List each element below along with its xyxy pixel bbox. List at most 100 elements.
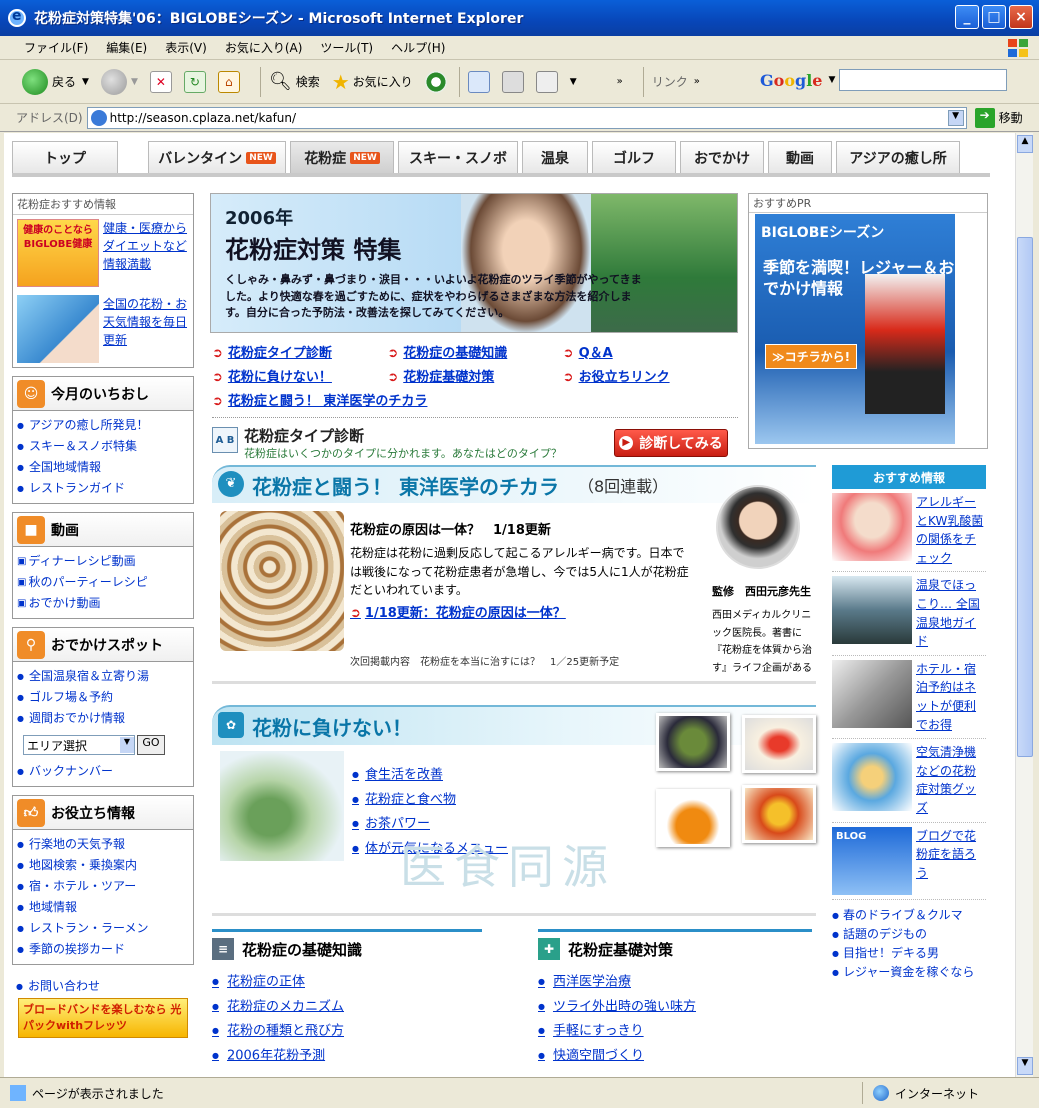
links-label[interactable]: リンク <box>652 73 688 90</box>
google-search-input[interactable] <box>839 69 1008 91</box>
taisaku-link[interactable]: 西洋医学治療 <box>538 970 812 995</box>
douga-link[interactable]: ディナーレシピ動画 <box>17 551 189 572</box>
home-icon[interactable]: ⌂ <box>217 70 240 93</box>
tab-valentine[interactable]: バレンタイン NEW <box>148 141 286 173</box>
reco-link[interactable]: 春のドライブ＆クルマ <box>832 906 986 925</box>
reco-link[interactable]: 目指せ！デキる男 <box>832 944 986 963</box>
reco-item-text[interactable]: 温泉でほっこり… 全国温泉地ガイド <box>916 576 986 650</box>
stop-icon[interactable]: ✕ <box>149 70 172 93</box>
makenai-link[interactable]: 食生活を改善 <box>352 763 508 788</box>
history-icon[interactable] <box>424 70 447 93</box>
mail-icon[interactable] <box>467 70 490 93</box>
reco-item[interactable]: BLOG ブログで花粉症を語ろう <box>832 823 986 900</box>
kampo-title[interactable]: 花粉症と闘う！ 東洋医学のチカラ <box>252 471 559 500</box>
biglobe-season-ad[interactable]: BIGLOBEシーズン 季節を満喫！レジャー＆おでかけ情報 ≫コチラから! <box>755 214 955 444</box>
basics-link[interactable]: 花粉症のメカニズム <box>212 995 482 1020</box>
ichioshi-link[interactable]: スキー＆スノボ特集 <box>17 436 189 457</box>
reco-item[interactable]: ホテル・宿泊予約はネットが便利でお得 <box>832 656 986 740</box>
flets-banner[interactable]: ブロードバンドを楽しむなら 光パックwithフレッツ <box>18 998 188 1038</box>
ichioshi-link[interactable]: 全国地域情報 <box>17 457 189 478</box>
ichioshi-link[interactable]: レストランガイド <box>17 478 189 499</box>
reco-link[interactable]: レジャー資金を稼ぐなら <box>832 963 986 982</box>
reco-link[interactable]: 話題のデジもの <box>832 925 986 944</box>
basics-link[interactable]: 花粉の種類と飛び方 <box>212 1019 482 1044</box>
allergy-woman-image[interactable] <box>832 493 912 561</box>
area-select[interactable]: エリア選択 ▼ <box>23 735 135 755</box>
links-more-icon[interactable]: » <box>694 76 700 87</box>
blog-window-image[interactable]: BLOG <box>832 826 912 895</box>
spot-link[interactable]: 週間おでかけ情報 <box>17 708 189 729</box>
taisaku-link[interactable]: ツライ外出時の強い味方 <box>538 995 812 1020</box>
reco-item[interactable]: アレルギーとKW乳酸菌の関係をチェック <box>832 489 986 573</box>
reco-item-text[interactable]: 空気清浄機などの花粉症対策グッズ <box>916 743 986 817</box>
onsen-image[interactable] <box>832 576 912 645</box>
taisaku-link[interactable]: 手軽にすっきり <box>538 1019 812 1044</box>
scroll-up-icon[interactable]: ▲ <box>1017 135 1033 153</box>
contact-link[interactable]: お問い合わせ <box>12 973 194 998</box>
ichioshi-link[interactable]: アジアの癒し所発見！ <box>17 415 189 436</box>
search-button[interactable]: 🔍︎ 検索 <box>269 71 320 92</box>
tab-onsen[interactable]: 温泉 <box>522 141 588 173</box>
ql-basics[interactable]: 花粉症の基礎知識 <box>387 342 562 361</box>
air-purifier-illustration[interactable] <box>832 743 912 812</box>
scroll-thumb[interactable] <box>1017 237 1033 757</box>
menu-favorites[interactable]: お気に入り(A) <box>225 39 303 56</box>
menu-help[interactable]: ヘルプ(H) <box>391 39 445 56</box>
promo-weather[interactable]: 全国の花粉・お天気情報を毎日更新 <box>13 291 193 367</box>
menu-file[interactable]: ファイル(F) <box>24 39 88 56</box>
taisaku-title[interactable]: 花粉症基礎対策 <box>568 939 673 960</box>
ql-taisaku[interactable]: 花粉症基礎対策 <box>387 366 562 385</box>
go-button[interactable]: ➔ 移動 <box>974 107 1023 128</box>
tab-ski[interactable]: スキー・スノボ <box>398 141 518 173</box>
forward-dropdown-icon[interactable]: ▼ <box>131 77 138 87</box>
chevron-more-icon[interactable]: » <box>617 76 623 87</box>
tab-odekake[interactable]: おでかけ <box>680 141 764 173</box>
reco-item-text[interactable]: アレルギーとKW乳酸菌の関係をチェック <box>916 493 986 567</box>
ql-type-diag[interactable]: 花粉症タイプ診断 <box>212 342 387 361</box>
ql-links[interactable]: お役立ちリンク <box>563 366 738 385</box>
spot-link[interactable]: 全国温泉宿＆立寄り湯 <box>17 666 189 687</box>
tab-douga[interactable]: 動画 <box>768 141 832 173</box>
yakudachi-link[interactable]: 行楽地の天気予報 <box>17 834 189 855</box>
address-input[interactable]: http://season.cplaza.net/kafun/ ▼ <box>86 106 967 129</box>
promo-health-text[interactable]: 健康・医療からダイエットなど情報満載 <box>103 219 189 287</box>
article-link[interactable]: 1/18更新：花粉症の原因は一体？ <box>350 602 696 621</box>
tab-asia[interactable]: アジアの癒し所 <box>836 141 960 173</box>
ad-cta-button[interactable]: ≫コチラから! <box>765 344 858 369</box>
edit-icon[interactable] <box>535 70 558 93</box>
reco-item[interactable]: 空気清浄機などの花粉症対策グッズ <box>832 739 986 823</box>
menu-view[interactable]: 表示(V) <box>165 39 207 56</box>
forward-button[interactable]: ▼ <box>100 68 138 95</box>
edit-dropdown-icon[interactable]: ▼ <box>570 77 577 87</box>
yakudachi-link[interactable]: レストラン・ラーメン <box>17 918 189 939</box>
vertical-scrollbar[interactable]: ▲ ▼ <box>1015 133 1033 1077</box>
tab-top[interactable]: トップ <box>12 141 118 173</box>
area-go-button[interactable]: GO <box>137 735 165 755</box>
ql-makenai[interactable]: 花粉に負けない！ <box>212 366 387 385</box>
weather-newscaster-image[interactable] <box>17 295 99 363</box>
makenai-link[interactable]: 花粉症と食べ物 <box>352 788 508 813</box>
menu-edit[interactable]: 編集(E) <box>106 39 147 56</box>
basics-title[interactable]: 花粉症の基礎知識 <box>242 939 362 960</box>
hotel-room-image[interactable] <box>832 659 912 728</box>
scroll-down-icon[interactable]: ▼ <box>1017 1057 1033 1075</box>
taisaku-link[interactable]: 快適空間づくり <box>538 1044 812 1069</box>
print-icon[interactable] <box>501 70 524 93</box>
diagnose-button[interactable]: 診断してみる <box>614 429 728 457</box>
tab-kafun[interactable]: 花粉症 NEW <box>290 141 394 173</box>
yakudachi-link[interactable]: 季節の挨拶カード <box>17 939 189 960</box>
reco-item-text[interactable]: ホテル・宿泊予約はネットが便利でお得 <box>916 660 986 734</box>
biglobe-health-logo[interactable]: 健康のことならBIGLOBE健康 <box>17 219 99 287</box>
close-button[interactable]: × <box>1009 5 1033 29</box>
douga-link[interactable]: 秋のパーティーレシピ <box>17 572 189 593</box>
ql-kampo[interactable]: 花粉症と闘う！ 東洋医学のチカラ <box>212 390 428 409</box>
backnumber-link[interactable]: バックナンバー <box>17 761 189 782</box>
back-dropdown-icon[interactable]: ▼ <box>82 77 89 87</box>
herbal-medicine-image[interactable] <box>220 511 344 651</box>
yakudachi-link[interactable]: 地域情報 <box>17 897 189 918</box>
basics-link[interactable]: 花粉症の正体 <box>212 970 482 995</box>
google-dropdown-icon[interactable]: ▼ <box>828 75 835 85</box>
ql-qa[interactable]: Q＆A <box>563 342 738 361</box>
address-dropdown-icon[interactable]: ▼ <box>947 109 964 126</box>
spot-link[interactable]: ゴルフ場＆予約 <box>17 687 189 708</box>
